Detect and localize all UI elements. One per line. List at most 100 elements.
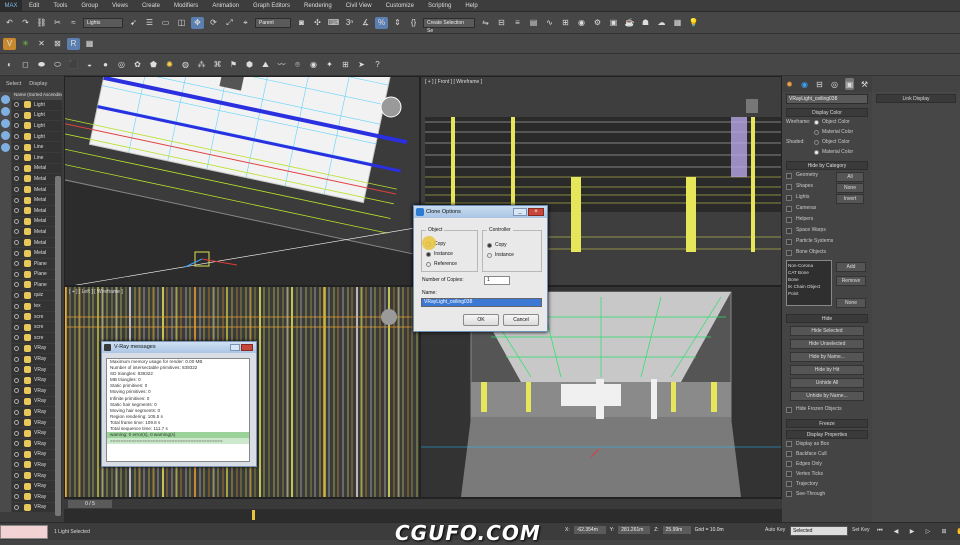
named-selection-select[interactable]: Create Selection Se: [423, 17, 475, 34]
tab-display-icon[interactable]: ▣: [845, 78, 854, 90]
radio-reference[interactable]: Reference: [426, 259, 457, 270]
visibility-eye-icon[interactable]: [14, 504, 19, 510]
filter-lights-icon[interactable]: [1, 119, 10, 128]
category-list-item[interactable]: Non-Corona: [788, 262, 830, 269]
visibility-eye-icon[interactable]: [14, 187, 19, 193]
menu-scripting[interactable]: Scripting: [421, 0, 458, 12]
menu-tools[interactable]: Tools: [46, 0, 74, 12]
filter-helpers-icon[interactable]: [1, 143, 10, 152]
create-sphere-icon[interactable]: ◍: [179, 59, 192, 71]
visibility-eye-icon[interactable]: [14, 134, 19, 140]
remove-button[interactable]: Remove: [836, 276, 866, 286]
create-cube-icon[interactable]: ⬛: [67, 59, 80, 71]
visibility-eye-icon[interactable]: [14, 356, 19, 362]
scatter-icon[interactable]: ⁂: [195, 59, 208, 71]
visibility-eye-icon[interactable]: [14, 292, 19, 298]
visibility-eye-icon[interactable]: [14, 314, 19, 320]
render-setup-icon[interactable]: ⚙: [591, 17, 604, 29]
visibility-eye-icon[interactable]: [14, 261, 19, 267]
shaded-object-color-radio[interactable]: [814, 139, 819, 145]
visibility-eye-icon[interactable]: [14, 441, 19, 447]
display-property-row[interactable]: Display as Box: [786, 439, 868, 449]
next-frame-icon[interactable]: ▷: [923, 526, 933, 536]
visibility-eye-icon[interactable]: [14, 250, 19, 256]
visibility-eye-icon[interactable]: [14, 176, 19, 182]
visibility-eye-icon[interactable]: [14, 144, 19, 150]
tab-create-icon[interactable]: ✹: [785, 78, 794, 90]
visibility-eye-icon[interactable]: [14, 420, 19, 426]
category-checkbox[interactable]: [786, 238, 792, 245]
menu-civil-view[interactable]: Civil View: [339, 0, 379, 12]
hide-by-category-rollout[interactable]: Hide by Category: [786, 161, 868, 170]
filter-geometry-icon[interactable]: [1, 95, 10, 104]
category-checkbox-row[interactable]: Particle Systems: [786, 236, 868, 247]
hide-unselected-button[interactable]: Hide Unselected: [790, 339, 864, 349]
menu-customize[interactable]: Customize: [379, 0, 421, 12]
terrain-icon[interactable]: ⛰: [259, 59, 272, 71]
ref-coord-select[interactable]: Parent: [255, 17, 291, 28]
percent-snap-icon[interactable]: %: [375, 16, 388, 29]
time-slider[interactable]: 0 / 5: [64, 498, 782, 509]
prev-frame-icon[interactable]: ◀: [891, 526, 901, 536]
layer-icon[interactable]: ≡: [511, 17, 524, 29]
visibility-eye-icon[interactable]: [14, 398, 19, 404]
target-icon[interactable]: ⌾: [291, 59, 304, 71]
edit-named-sel-icon[interactable]: {}: [407, 17, 420, 29]
angle-snap-icon[interactable]: ∡: [359, 17, 372, 29]
auto-key-button[interactable]: Auto Key: [765, 527, 785, 533]
hide-selected-button[interactable]: Hide Selected: [790, 326, 864, 336]
category-list[interactable]: Non-Corona CAT Bone Bone IK Chain Object Poi…: [786, 260, 832, 306]
display-property-checkbox[interactable]: [786, 491, 792, 497]
scene-list-item[interactable]: Line: [12, 153, 62, 164]
ribbon-icon[interactable]: ▤: [527, 17, 540, 29]
x-coord-field[interactable]: -62.354m: [573, 526, 606, 534]
menu-rendering[interactable]: Rendering: [297, 0, 339, 12]
visibility-eye-icon[interactable]: [14, 335, 19, 341]
category-checkbox[interactable]: [786, 194, 792, 201]
visibility-eye-icon[interactable]: [14, 483, 19, 489]
vray-close-icon[interactable]: [241, 344, 253, 351]
display-property-row[interactable]: Trajectory: [786, 479, 868, 489]
visibility-eye-icon[interactable]: [14, 451, 19, 457]
rotate-icon[interactable]: ⟳: [207, 17, 220, 29]
undo-icon[interactable]: ↶: [3, 17, 16, 29]
display-property-row[interactable]: Edges Only: [786, 459, 868, 469]
visibility-eye-icon[interactable]: [14, 388, 19, 394]
menu-graph-editors[interactable]: Graph Editors: [246, 0, 297, 12]
scene-list-item[interactable]: Light: [12, 100, 62, 111]
render-icon[interactable]: ☕: [623, 17, 636, 29]
redo-icon[interactable]: ↷: [19, 17, 32, 29]
category-checkbox[interactable]: [786, 227, 792, 234]
vray-minimize-button[interactable]: [230, 344, 240, 351]
manipulate-icon[interactable]: ✣: [311, 17, 324, 29]
play-icon[interactable]: ▶: [907, 526, 917, 536]
scene-tab-display[interactable]: Display: [29, 81, 47, 87]
menu-animation[interactable]: Animation: [205, 0, 246, 12]
material-editor-icon[interactable]: ◉: [575, 17, 588, 29]
all-button[interactable]: All: [836, 172, 864, 182]
visibility-eye-icon[interactable]: [14, 197, 19, 203]
category-checkbox[interactable]: [786, 216, 792, 223]
display-property-checkbox[interactable]: [786, 451, 792, 457]
proxy-icon[interactable]: ⌘: [211, 59, 224, 71]
filter-shapes-icon[interactable]: [1, 107, 10, 116]
add-button[interactable]: Add: [836, 262, 866, 272]
radio-ctrl-instance[interactable]: Instance: [487, 250, 514, 261]
vray-frame-icon[interactable]: ▦: [671, 17, 684, 29]
minimize-button[interactable]: _: [513, 208, 527, 216]
visibility-eye-icon[interactable]: [14, 165, 19, 171]
app-logo[interactable]: MAX: [0, 0, 22, 12]
display-property-row[interactable]: Backface Cull: [786, 449, 868, 459]
visibility-eye-icon[interactable]: [14, 208, 19, 214]
unlink-icon[interactable]: ✂: [51, 17, 64, 29]
unhide-all-button[interactable]: Unhide All: [790, 378, 864, 388]
category-list-item[interactable]: CAT Bone: [788, 269, 830, 276]
visibility-eye-icon[interactable]: [14, 462, 19, 468]
create-dome-icon[interactable]: ◒: [83, 59, 96, 71]
y-coord-field[interactable]: 281.261m: [618, 526, 651, 534]
align-icon[interactable]: ⊟: [495, 17, 508, 29]
visibility-eye-icon[interactable]: [14, 345, 19, 351]
visibility-eye-icon[interactable]: [14, 494, 19, 500]
unhide-by-name-button[interactable]: Unhide by Name...: [790, 391, 864, 401]
zoom-extents-icon[interactable]: ⊞: [939, 526, 949, 536]
